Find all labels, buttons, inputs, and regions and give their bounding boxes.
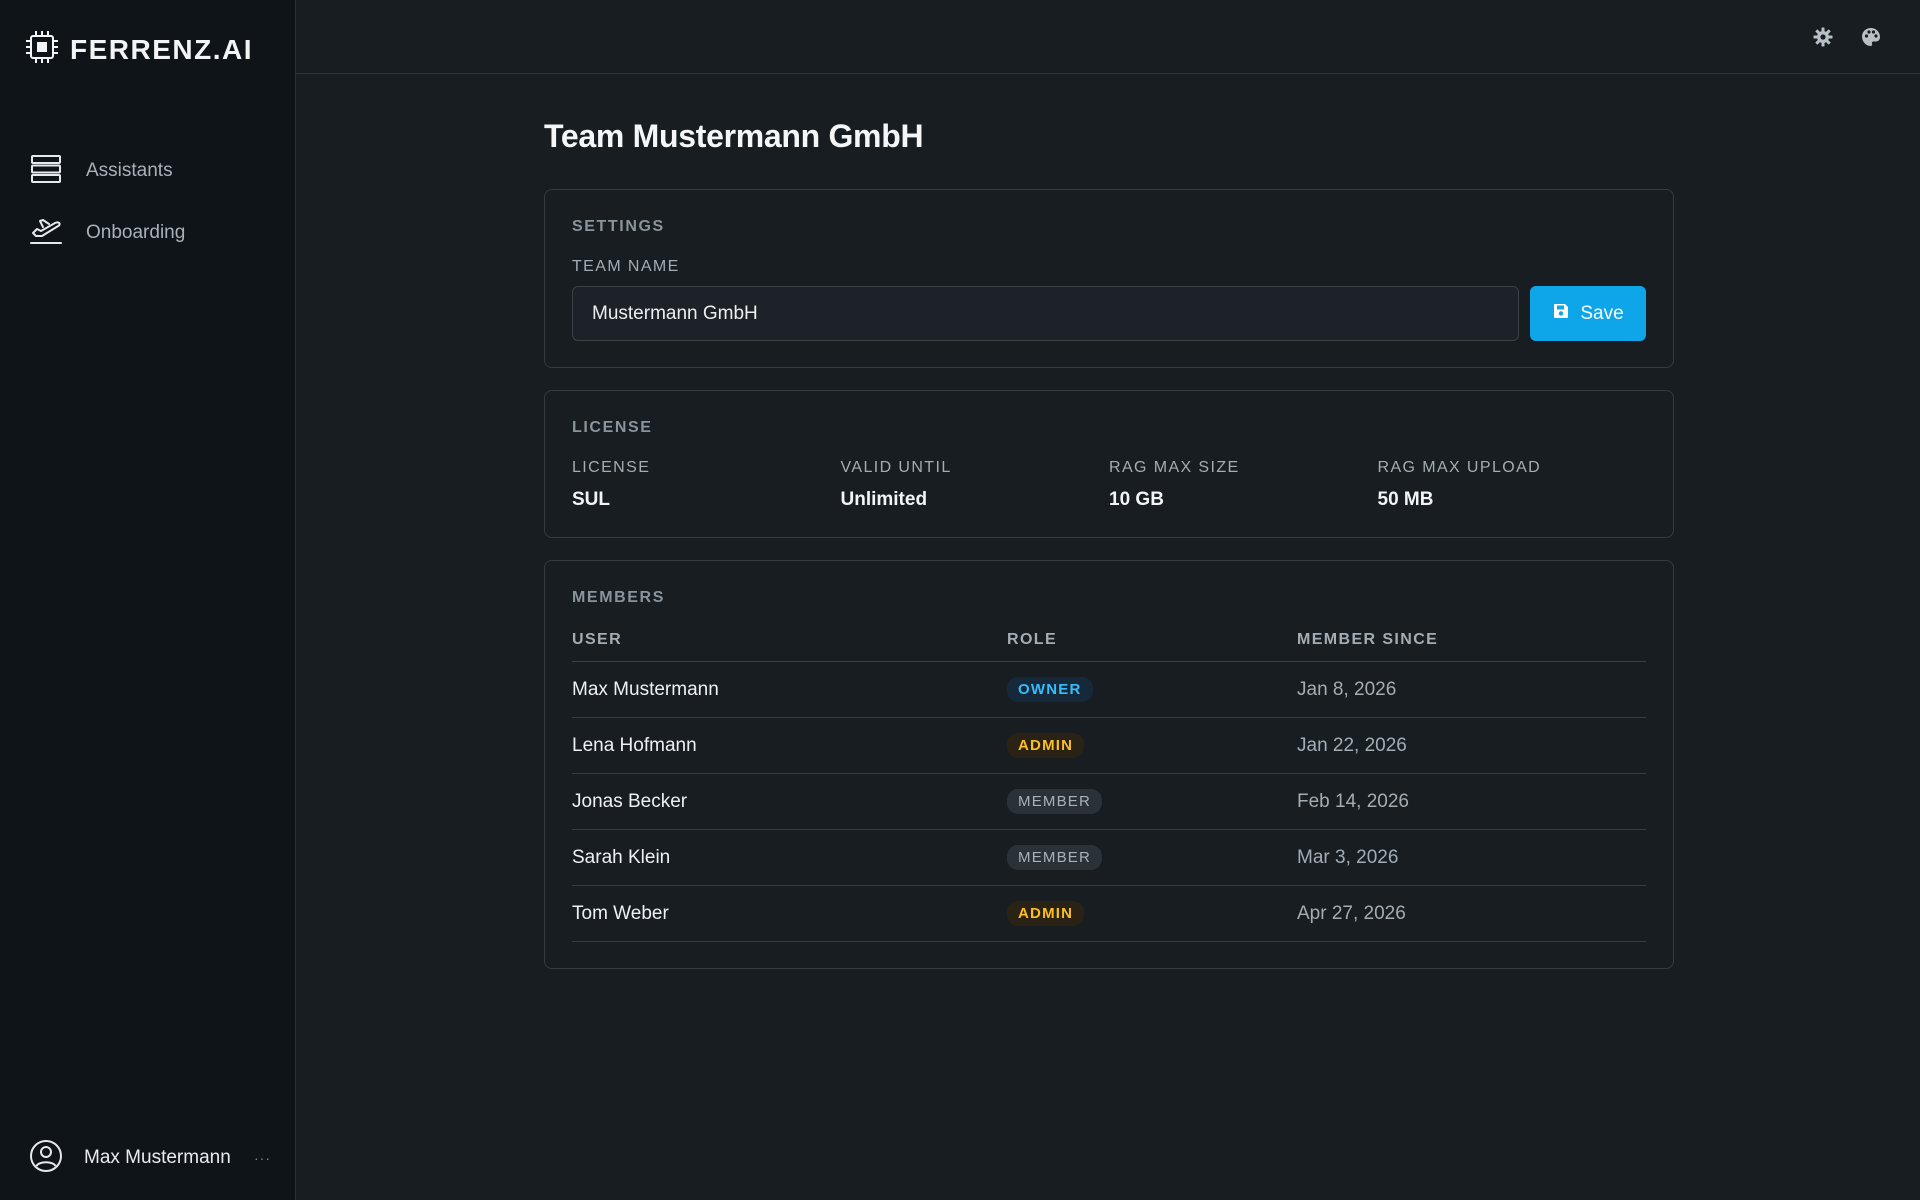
license-field-label: VALID UNTIL (840, 459, 952, 476)
team-name-label: TEAM NAME (572, 258, 680, 275)
member-since: Apr 27, 2026 (1297, 885, 1646, 942)
logo-text: FERRENZ.AI (70, 33, 253, 65)
license-field-valid-until: VALID UNTIL Unlimited (841, 459, 1110, 511)
member-user: Tom Weber (572, 885, 1007, 942)
settings-card: SETTINGS TEAM NAME Save (544, 189, 1674, 368)
member-user: Jonas Becker (572, 773, 1007, 830)
member-role-cell: ADMIN (1007, 717, 1297, 774)
settings-section-title: SETTINGS (572, 218, 665, 235)
role-badge: ADMIN (1007, 901, 1085, 926)
member-user: Lena Hofmann (572, 717, 1007, 774)
license-field-license: LICENSE SUL (572, 459, 841, 511)
member-since: Mar 3, 2026 (1297, 829, 1646, 886)
member-role-cell: MEMBER (1007, 773, 1297, 830)
user-name: Max Mustermann (84, 1147, 231, 1168)
user-menu[interactable]: Max Mustermann ··· (28, 1138, 271, 1178)
license-field-value: 50 MB (1377, 489, 1434, 510)
table-row[interactable]: Jonas Becker MEMBER Feb 14, 2026 (572, 773, 1646, 830)
member-role-cell: MEMBER (1007, 829, 1297, 886)
save-button[interactable]: Save (1530, 286, 1646, 341)
members-card: MEMBERS USER ROLE MEMBER SINCE Max Muste… (544, 560, 1674, 969)
sidebar: FERRENZ.AI Assistants Onboarding Max Mus… (0, 0, 296, 1200)
license-field-rag-max-upload: RAG MAX UPLOAD 50 MB (1378, 459, 1647, 511)
team-name-row: Save (572, 286, 1646, 341)
license-grid: LICENSE SUL VALID UNTIL Unlimited RAG MA… (572, 459, 1646, 511)
table-row[interactable]: Lena Hofmann ADMIN Jan 22, 2026 (572, 717, 1646, 774)
license-field-value: Unlimited (840, 489, 928, 510)
members-section-title: MEMBERS (572, 589, 665, 606)
more-options-button[interactable]: ··· (254, 1150, 271, 1166)
user-circle-icon (28, 1138, 64, 1179)
license-field-label: RAG MAX SIZE (1109, 459, 1240, 476)
license-field-label: RAG MAX UPLOAD (1377, 459, 1542, 476)
sidebar-item-label: Onboarding (86, 222, 186, 243)
license-card: LICENSE LICENSE SUL VALID UNTIL Unlimite… (544, 390, 1674, 538)
sidebar-nav: Assistants Onboarding (0, 140, 295, 264)
app-root: FERRENZ.AI Assistants Onboarding Max Mus… (0, 0, 1920, 1200)
members-table: USER ROLE MEMBER SINCE Max Mustermann OW… (572, 621, 1646, 942)
column-header-role[interactable]: ROLE (1007, 621, 1297, 662)
palette-icon[interactable] (1860, 26, 1882, 48)
team-name-input[interactable] (572, 286, 1519, 341)
member-since: Jan 22, 2026 (1297, 717, 1646, 774)
sidebar-item-label: Assistants (86, 160, 173, 181)
member-user: Sarah Klein (572, 829, 1007, 886)
page-title: Team Mustermann GmbH (544, 118, 924, 154)
plane-takeoff-icon (28, 213, 64, 254)
sidebar-item-onboarding[interactable]: Onboarding (0, 202, 295, 264)
logo[interactable]: FERRENZ.AI (24, 28, 253, 71)
column-header-member-since[interactable]: MEMBER SINCE (1297, 621, 1646, 662)
table-row[interactable]: Tom Weber ADMIN Apr 27, 2026 (572, 885, 1646, 942)
topbar (296, 0, 1920, 74)
table-row[interactable]: Max Mustermann OWNER Jan 8, 2026 (572, 661, 1646, 718)
member-role-cell: ADMIN (1007, 885, 1297, 942)
server-stack-icon (28, 151, 64, 192)
role-badge: ADMIN (1007, 733, 1085, 758)
column-header-user[interactable]: USER (572, 621, 1007, 662)
table-row[interactable]: Sarah Klein MEMBER Mar 3, 2026 (572, 829, 1646, 886)
team-page: Team Mustermann GmbH SETTINGS TEAM NAME (544, 118, 1674, 991)
members-table-header: USER ROLE MEMBER SINCE (572, 621, 1646, 662)
member-since: Jan 8, 2026 (1297, 661, 1646, 718)
member-role-cell: OWNER (1007, 661, 1297, 718)
chip-icon (24, 28, 60, 71)
member-since: Feb 14, 2026 (1297, 773, 1646, 830)
save-icon (1552, 302, 1570, 326)
license-field-value: 10 GB (1109, 489, 1164, 510)
gear-icon[interactable] (1812, 26, 1834, 48)
main-area: Team Mustermann GmbH SETTINGS TEAM NAME (296, 0, 1920, 1200)
role-badge: OWNER (1007, 677, 1093, 702)
license-field-rag-max-size: RAG MAX SIZE 10 GB (1109, 459, 1378, 511)
save-button-label: Save (1580, 302, 1624, 324)
sidebar-item-assistants[interactable]: Assistants (0, 140, 295, 202)
license-section-title: LICENSE (572, 419, 653, 436)
license-field-label: LICENSE (572, 459, 651, 476)
license-field-value: SUL (572, 489, 610, 510)
member-user: Max Mustermann (572, 661, 1007, 718)
role-badge: MEMBER (1007, 789, 1103, 814)
role-badge: MEMBER (1007, 845, 1103, 870)
